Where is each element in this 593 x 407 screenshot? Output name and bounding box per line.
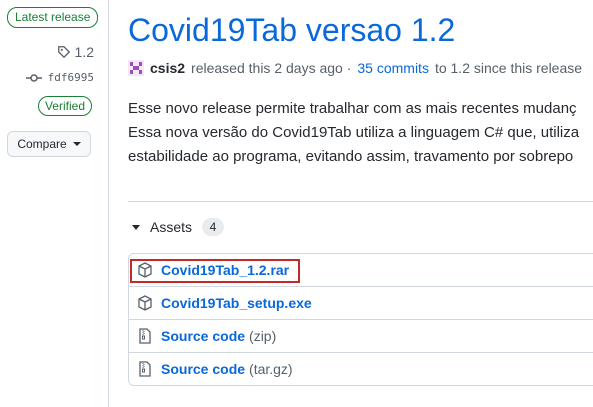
divider [128, 201, 593, 202]
package-icon [138, 295, 152, 311]
asset-row[interactable]: Covid19Tab_setup.exe [128, 286, 593, 320]
description-line: Essa nova versão do Covid19Tab utiliza a… [128, 124, 580, 141]
asset-row[interactable]: Covid19Tab_1.2.rar [128, 253, 593, 287]
assets-count-badge: 4 [202, 218, 225, 236]
caret-down-icon [72, 142, 81, 146]
asset-format: (zip) [249, 328, 277, 344]
avatar[interactable] [128, 60, 144, 76]
asset-name[interactable]: Source code [161, 361, 245, 377]
commits-suffix: to 1.2 since this release [434, 60, 583, 76]
released-text: released this 2 days ago · [191, 60, 352, 76]
commits-link[interactable]: 35 commits [357, 60, 429, 76]
triangle-down-icon [132, 224, 140, 230]
commit-icon [25, 73, 42, 82]
asset-format: (tar.gz) [249, 361, 293, 377]
highlight-box [130, 259, 300, 283]
assets-label: Assets [150, 219, 193, 235]
release-sidebar: Latest release 1.2 fdf6995 Verified Comp… [0, 0, 109, 407]
file-zip-icon [139, 328, 151, 344]
description-line: estabilidade ao programa, evitando assim… [128, 148, 574, 165]
asset-row[interactable]: Source code (tar.gz) [128, 352, 593, 386]
latest-release-badge: Latest release [7, 7, 99, 28]
asset-name[interactable]: Source code [161, 328, 245, 344]
tag-icon [57, 46, 70, 59]
release-description: Esse novo release permite trabalhar com … [128, 97, 593, 169]
verified-badge[interactable]: Verified [37, 96, 92, 116]
release-title[interactable]: Covid19Tab versao 1.2 [128, 12, 455, 49]
asset-row[interactable]: Source code (zip) [128, 319, 593, 353]
compare-label: Compare [17, 137, 67, 151]
author-link[interactable]: csis2 [150, 60, 185, 76]
compare-button[interactable]: Compare [7, 131, 91, 157]
commit-sha: fdf6995 [47, 71, 94, 84]
assets-toggle[interactable]: Assets 4 [128, 218, 225, 236]
commit-link[interactable]: fdf6995 [25, 71, 94, 84]
tag-label: 1.2 [74, 44, 94, 60]
release-meta: csis2 released this 2 days ago · 35 comm… [128, 60, 582, 76]
description-line: Esse novo release permite trabalhar com … [128, 100, 577, 117]
asset-name[interactable]: Covid19Tab_setup.exe [161, 295, 312, 311]
tag-link[interactable]: 1.2 [57, 44, 94, 60]
assets-list: Covid19Tab_1.2.rar Covid19Tab_setup.exe … [128, 253, 593, 386]
file-zip-icon [139, 361, 151, 377]
